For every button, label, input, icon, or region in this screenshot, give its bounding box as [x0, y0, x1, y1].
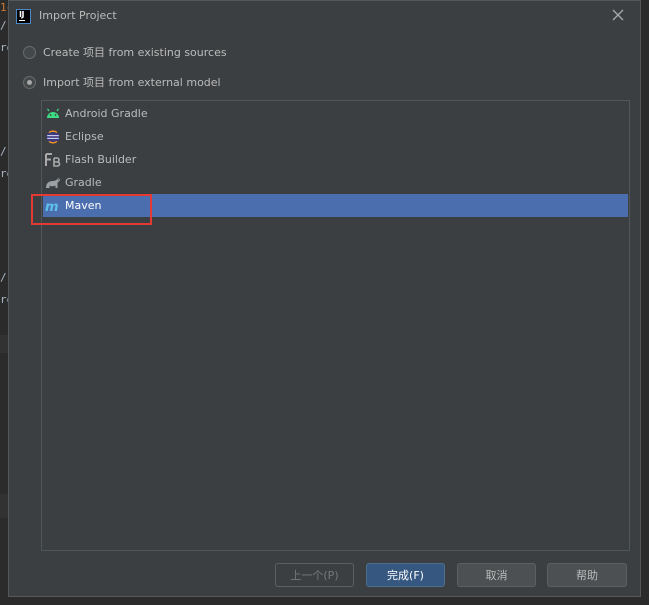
android-icon — [45, 106, 61, 122]
list-item-label: Maven — [65, 199, 102, 212]
dialog-title: Import Project — [39, 9, 117, 22]
external-model-list: Android Gradle Eclipse Flash Builder Gra… — [41, 100, 630, 551]
finish-button[interactable]: 完成(F) — [366, 563, 445, 587]
intellij-app-icon: IJ — [16, 9, 31, 24]
help-button[interactable]: 帮助 — [547, 563, 627, 587]
gradle-icon — [45, 175, 61, 191]
svg-text:m: m — [45, 200, 59, 212]
cancel-button[interactable]: 取消 — [457, 563, 536, 587]
list-item-maven[interactable]: m Maven — [43, 194, 628, 217]
list-item-label: Flash Builder — [65, 153, 137, 166]
close-button[interactable] — [609, 6, 627, 24]
option-label: Create 项目 from existing sources — [43, 46, 227, 59]
list-item-label: Gradle — [65, 176, 102, 189]
app-icon-text: IJ — [19, 10, 24, 19]
list-item-gradle[interactable]: Gradle — [43, 171, 628, 194]
radio-create-from-existing[interactable] — [23, 45, 36, 59]
maven-icon: m — [45, 198, 61, 214]
option-create-from-existing[interactable]: Create 项目 from existing sources — [23, 43, 227, 61]
title-bar: IJ Import Project — [9, 1, 640, 31]
list-item-eclipse[interactable]: Eclipse — [43, 125, 628, 148]
option-label: Import 项目 from external model — [43, 76, 221, 89]
list-item-label: Eclipse — [65, 130, 104, 143]
option-import-from-external[interactable]: Import 项目 from external model — [23, 73, 221, 91]
list-item-flash-builder[interactable]: Flash Builder — [43, 148, 628, 171]
radio-import-from-external[interactable] — [23, 75, 36, 89]
previous-button[interactable]: 上一个(P) — [275, 563, 354, 587]
eclipse-icon — [45, 129, 61, 145]
list-item-android-gradle[interactable]: Android Gradle — [43, 102, 628, 125]
close-icon — [612, 9, 624, 21]
list-item-label: Android Gradle — [65, 107, 148, 120]
import-project-dialog: IJ Import Project Create 项目 from existin… — [8, 0, 641, 597]
flash-builder-icon — [45, 152, 61, 168]
